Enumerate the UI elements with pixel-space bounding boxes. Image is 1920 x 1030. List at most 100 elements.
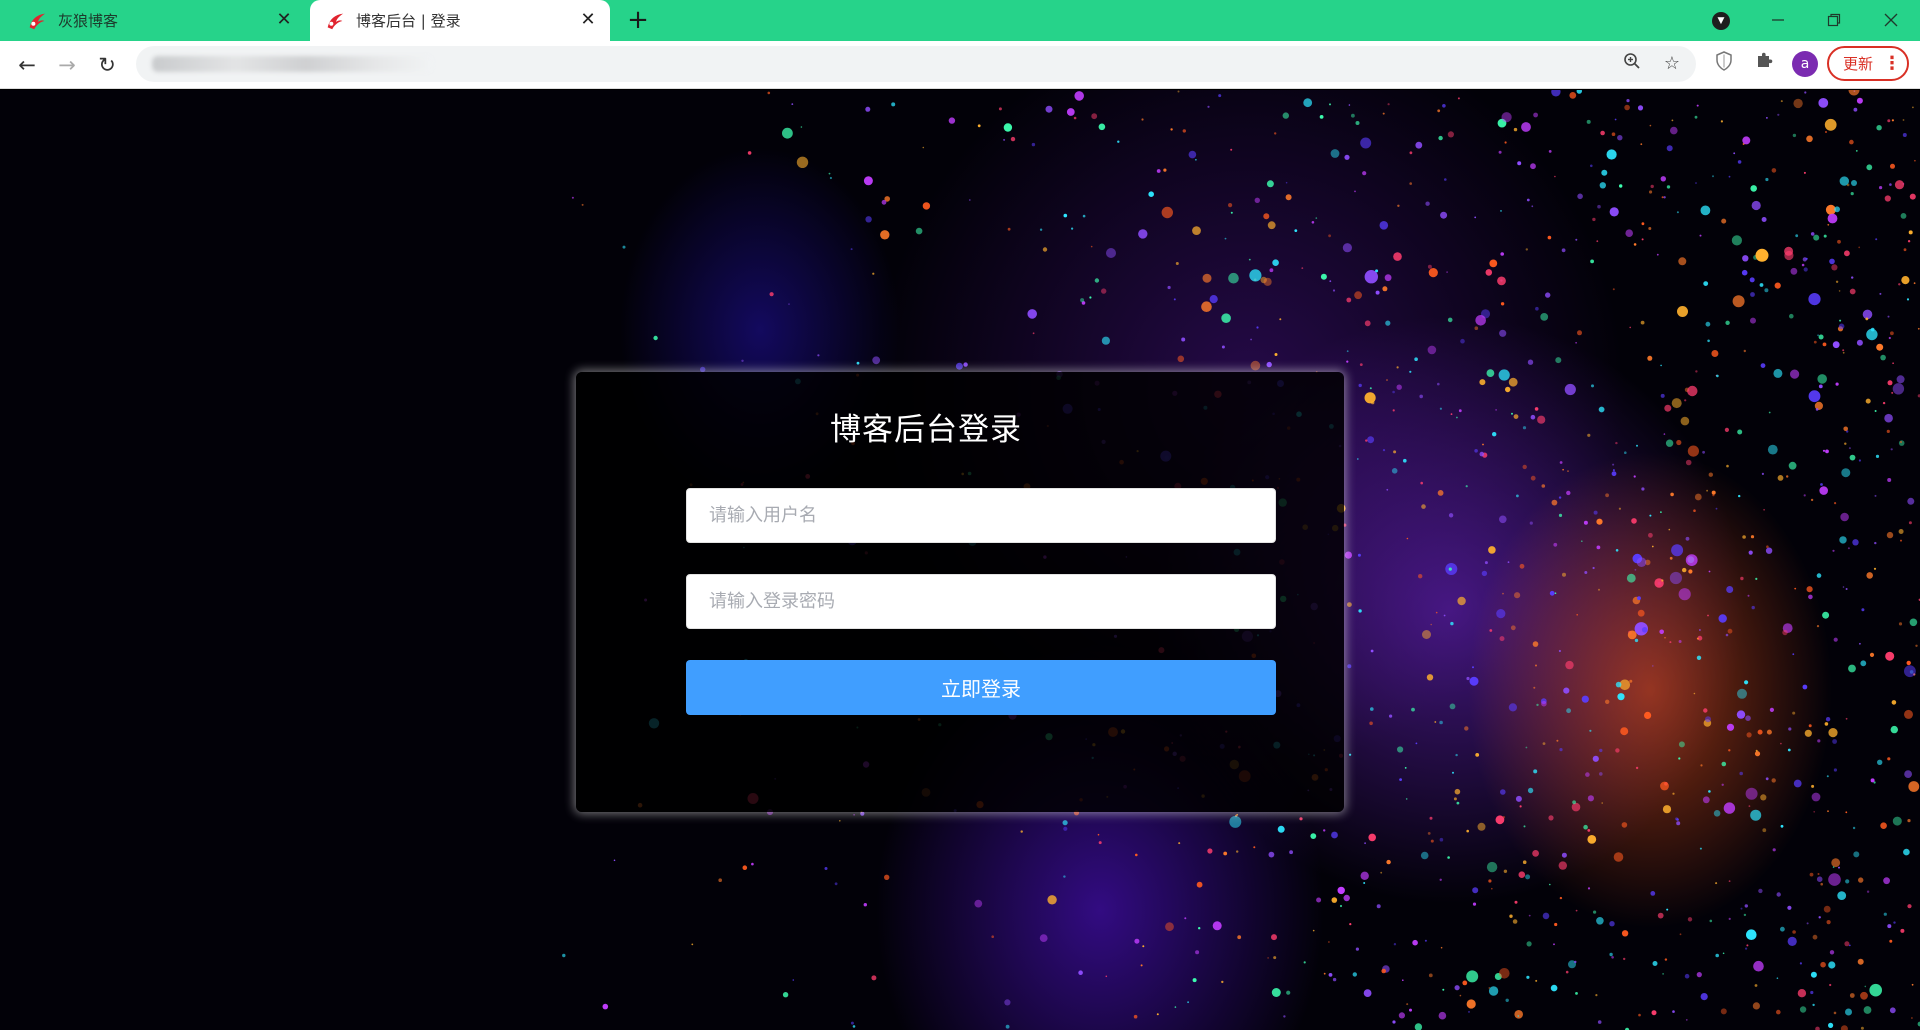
paint-speckle [1438, 1011, 1447, 1020]
zoom-icon[interactable] [1620, 52, 1644, 76]
paint-speckle [1066, 108, 1075, 116]
close-tab-icon[interactable]: ✕ [274, 10, 294, 30]
paint-speckle [1063, 826, 1068, 831]
paint-speckle [1328, 234, 1331, 238]
paint-speckle [1434, 721, 1437, 723]
paint-speckle [1866, 890, 1870, 893]
paint-speckle [1063, 213, 1068, 218]
tab-login[interactable]: 博客后台 | 登录 ✕ [310, 0, 610, 41]
paint-speckle [1624, 451, 1627, 455]
restore-button[interactable] [1818, 6, 1850, 34]
login-submit-button[interactable]: 立即登录 [686, 660, 1276, 715]
paint-speckle [891, 102, 896, 107]
paint-speckle [1402, 979, 1404, 981]
paint-speckle [751, 862, 754, 866]
paint-speckle [1866, 164, 1873, 171]
address-bar[interactable]: ☆ [136, 46, 1696, 82]
paint-speckle [1263, 213, 1270, 220]
username-input[interactable] [687, 489, 1275, 542]
profile-avatar[interactable]: a [1792, 51, 1818, 77]
paint-speckle [1541, 484, 1546, 488]
password-field[interactable] [686, 574, 1276, 629]
bookmark-star-icon[interactable]: ☆ [1660, 52, 1684, 76]
close-tab-icon[interactable]: ✕ [578, 10, 598, 30]
paint-speckle [1565, 660, 1574, 670]
paint-speckle [1091, 113, 1098, 120]
extensions-puzzle-icon[interactable] [1751, 51, 1777, 77]
paint-speckle [1773, 368, 1783, 378]
forward-button[interactable]: → [53, 51, 81, 79]
paint-speckle [1517, 161, 1522, 166]
paint-speckle [1805, 257, 1808, 260]
paint-speckle [1329, 280, 1332, 283]
paint-speckle [1738, 494, 1741, 498]
tab-blog-home[interactable]: 灰狼博客 ✕ [0, 0, 306, 41]
paint-speckle [1817, 873, 1820, 875]
paint-speckle [1788, 461, 1797, 470]
paint-speckle [1039, 934, 1048, 942]
paint-speckle [1765, 547, 1773, 554]
paint-speckle [1887, 924, 1892, 929]
back-button[interactable]: ← [13, 51, 41, 79]
paint-speckle [653, 335, 658, 341]
minimize-button[interactable] [1762, 6, 1794, 34]
paint-speckle [1700, 764, 1703, 767]
paint-speckle [1364, 842, 1366, 845]
paint-speckle [1575, 238, 1578, 241]
paint-speckle [955, 362, 963, 370]
paint-speckle [1419, 394, 1423, 399]
paint-speckle [1893, 921, 1896, 924]
paint-speckle [1323, 972, 1326, 975]
paint-speckle [1826, 775, 1829, 778]
paint-speckle [1596, 917, 1604, 925]
paint-speckle [1760, 363, 1766, 368]
paint-speckle [1500, 252, 1504, 256]
paint-speckle [1879, 186, 1883, 190]
update-button[interactable]: 更新 ⋮ [1827, 46, 1909, 81]
paint-speckle [1587, 795, 1594, 802]
close-window-button[interactable] [1875, 6, 1907, 34]
paint-speckle [1780, 100, 1783, 103]
tab-search-dropdown-icon[interactable]: ▼ [1712, 12, 1730, 30]
reload-button[interactable]: ↻ [93, 51, 121, 79]
paint-speckle [1559, 748, 1563, 752]
tab-title: 灰狼博客 [58, 12, 119, 30]
paint-speckle [884, 874, 890, 880]
paint-speckle [1195, 159, 1197, 161]
paint-speckle [1676, 818, 1679, 821]
paint-speckle [1837, 891, 1847, 900]
paint-speckle [1907, 819, 1911, 823]
paint-speckle [1393, 252, 1402, 261]
paint-speckle [1852, 539, 1859, 546]
paint-speckle [1346, 350, 1349, 353]
paint-speckle [1664, 636, 1666, 639]
paint-speckle [1835, 280, 1839, 283]
password-input[interactable] [687, 575, 1275, 628]
paint-speckle [1811, 784, 1815, 788]
paint-speckle [1165, 922, 1174, 932]
paint-speckle [1713, 810, 1721, 817]
paint-speckle [1477, 822, 1486, 831]
paint-speckle [1537, 415, 1546, 424]
paint-speckle [1874, 494, 1877, 497]
shield-extension-icon[interactable] [1711, 51, 1737, 77]
paint-speckle [1362, 171, 1367, 176]
username-field[interactable] [686, 488, 1276, 543]
paint-speckle [1428, 268, 1438, 278]
paint-speckle [1765, 777, 1769, 781]
paint-speckle [1442, 988, 1445, 991]
paint-speckle [1656, 253, 1659, 256]
paint-speckle [1484, 561, 1488, 565]
paint-speckle [1406, 537, 1409, 540]
paint-speckle [1688, 569, 1693, 574]
paint-speckle [1508, 703, 1517, 712]
new-tab-button[interactable]: + [624, 7, 652, 35]
paint-speckle [1522, 426, 1527, 430]
paint-speckle [1823, 234, 1827, 238]
login-panel: 博客后台登录 立即登录 [576, 372, 1344, 812]
paint-speckle [1177, 90, 1180, 93]
paint-speckle [1357, 553, 1361, 557]
paint-speckle [1829, 258, 1835, 265]
paint-speckle [1230, 211, 1233, 214]
paint-speckle [1456, 801, 1460, 805]
